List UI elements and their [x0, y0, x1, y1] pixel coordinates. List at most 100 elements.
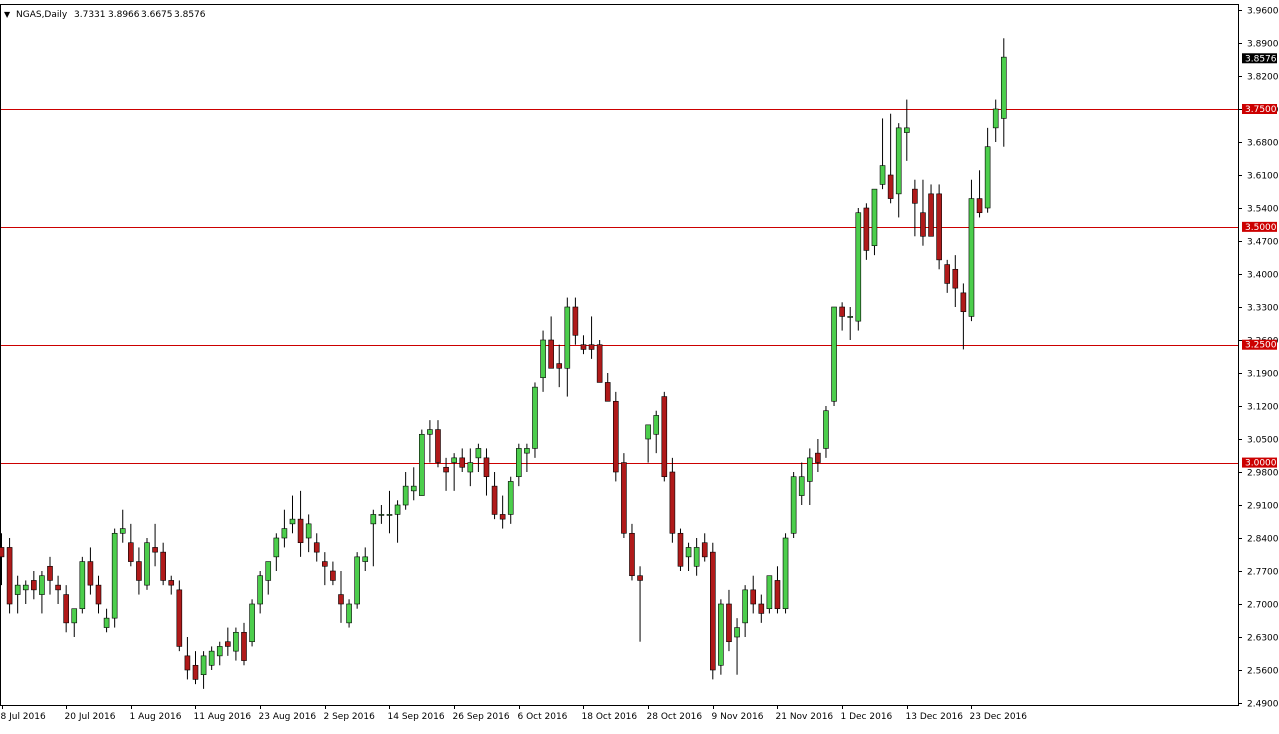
- candle-body-bear: [920, 212, 926, 237]
- candle-body-bull: [540, 339, 546, 379]
- candle-body-bear: [338, 594, 344, 605]
- price-tick-label: 2.4900: [1247, 700, 1279, 710]
- candle-body-bear: [176, 589, 183, 647]
- candle-body-bear: [936, 193, 942, 261]
- candle-body-bull: [370, 514, 377, 525]
- candle-body-bear: [55, 584, 61, 591]
- time-tick-label: 11 Aug 2016: [194, 712, 252, 722]
- candle-body-bull: [394, 504, 401, 515]
- candle-body-bull: [903, 127, 910, 133]
- candle-body-bull: [103, 617, 110, 628]
- price-tick-label: 3.1200: [1247, 403, 1279, 413]
- candlestick-chart[interactable]: 3.9600 3.8900 3.8200 3.7500 3.6800 3.6100 3.54…: [0, 0, 1279, 730]
- candle-body-bull: [200, 655, 207, 676]
- symbol-menu-arrow[interactable]: ▼: [4, 10, 11, 19]
- candle: [677, 528, 684, 571]
- candle-body-bear: [661, 396, 668, 478]
- candle-body-bear: [241, 631, 247, 661]
- candle: [936, 184, 942, 270]
- price-chart[interactable]: 3.9600 3.8900 3.8200 3.7500 3.6800 3.6100 3.54…: [0, 0, 1279, 730]
- level-price-label: 3.7500: [1245, 105, 1277, 115]
- candle-body-bull: [233, 631, 239, 652]
- candle-body-bear: [184, 655, 191, 671]
- price-tick-label: 2.7000: [1247, 601, 1279, 611]
- candle-body-bull: [475, 448, 482, 459]
- candle-body-bull: [281, 528, 288, 539]
- candle-body-bull: [871, 188, 878, 247]
- candle-body-bull: [823, 410, 829, 449]
- candle-body-bear: [952, 268, 959, 289]
- price-axis[interactable]: 3.9600 3.8900 3.8200 3.7500 3.6800 3.6100 3.54…: [1238, 7, 1279, 710]
- candle-body-bull: [346, 603, 352, 624]
- candle-body-bear: [483, 457, 490, 478]
- candle-body-bear: [87, 561, 94, 586]
- price-tick-label: 3.3300: [1247, 304, 1279, 314]
- candle-body-bear: [621, 462, 627, 534]
- candle-body-bull: [249, 603, 255, 643]
- candle-body-bull: [847, 316, 854, 318]
- candle-body-bear: [976, 198, 983, 214]
- candle: [144, 538, 150, 590]
- candle: [718, 599, 724, 675]
- candle-body-bear: [726, 603, 732, 643]
- candle-body-bear: [63, 594, 69, 624]
- price-tick-label: 2.5600: [1247, 667, 1279, 677]
- candle-body-bull: [289, 518, 296, 525]
- candle-body-bull: [467, 462, 474, 473]
- candle: [176, 580, 183, 652]
- ohlc-close: 3.8576: [174, 10, 206, 20]
- candle-body-bear: [613, 400, 619, 473]
- price-tick-label: 2.6300: [1247, 634, 1279, 644]
- candle-body-bear: [629, 532, 635, 577]
- candle-body-bull: [766, 575, 773, 610]
- time-tick-label: 6 Oct 2016: [518, 712, 568, 722]
- candle-body-bull: [386, 514, 393, 516]
- time-tick-label: 26 Sep 2016: [453, 712, 510, 722]
- candle-body-bear: [128, 542, 134, 562]
- candle-body-bear: [944, 264, 951, 284]
- time-tick-label: 23 Aug 2016: [259, 712, 317, 722]
- candle-body-bear: [669, 471, 676, 534]
- candle-body-bull: [305, 523, 312, 539]
- candle-body-bear: [225, 641, 231, 647]
- candle-body-bear: [443, 466, 449, 473]
- candle-body-bear: [596, 344, 603, 383]
- candle-body-bull: [645, 424, 651, 440]
- candle-body-bull: [378, 514, 385, 516]
- candle-body-bear: [313, 542, 320, 553]
- price-tick-label: 3.8200: [1247, 73, 1279, 83]
- candle-body-bear: [297, 518, 304, 544]
- candle-body-bull: [798, 476, 805, 496]
- price-tick-label: 3.5400: [1247, 205, 1279, 215]
- candle-body-bear: [815, 452, 821, 463]
- candle-body-bear: [839, 306, 845, 317]
- price-tick-label: 3.0500: [1247, 436, 1279, 446]
- time-tick-label: 9 Nov 2016: [712, 712, 764, 722]
- candle-body-bear: [677, 532, 684, 567]
- price-tick-label: 2.7700: [1247, 568, 1279, 578]
- candle-body-bear: [330, 570, 336, 581]
- candle-body-bear: [0, 547, 5, 558]
- candle-body-bull: [507, 481, 514, 515]
- ohlc-low: 3.6675: [141, 10, 173, 20]
- price-tick-label: 2.9800: [1247, 469, 1279, 479]
- time-tick-label: 2 Sep 2016: [324, 712, 376, 722]
- candle-body-bull: [653, 415, 660, 435]
- candle-body-bull: [419, 433, 425, 496]
- candle-body-bull: [984, 146, 991, 209]
- candle-body-bull: [144, 542, 150, 586]
- candle: [871, 188, 878, 256]
- candle: [790, 472, 797, 538]
- candle: [968, 179, 975, 322]
- candle: [79, 556, 86, 614]
- price-tick-label: 2.9100: [1247, 502, 1279, 512]
- candle: [621, 453, 627, 538]
- candle-body-bull: [208, 650, 215, 666]
- candle-body-bull: [354, 556, 360, 605]
- candle-body-bull: [111, 532, 118, 619]
- time-axis[interactable]: 8 Jul 2016 20 Jul 2016 1 Aug 2016 11 Aug 20…: [1, 705, 1028, 722]
- candle-body-bear: [136, 561, 142, 581]
- candle: [532, 382, 538, 458]
- chart-header: ▼ NGAS,Daily 3.7331 3.8966 3.6675 3.8576: [4, 10, 206, 20]
- price-tick-label: 3.4000: [1247, 271, 1279, 281]
